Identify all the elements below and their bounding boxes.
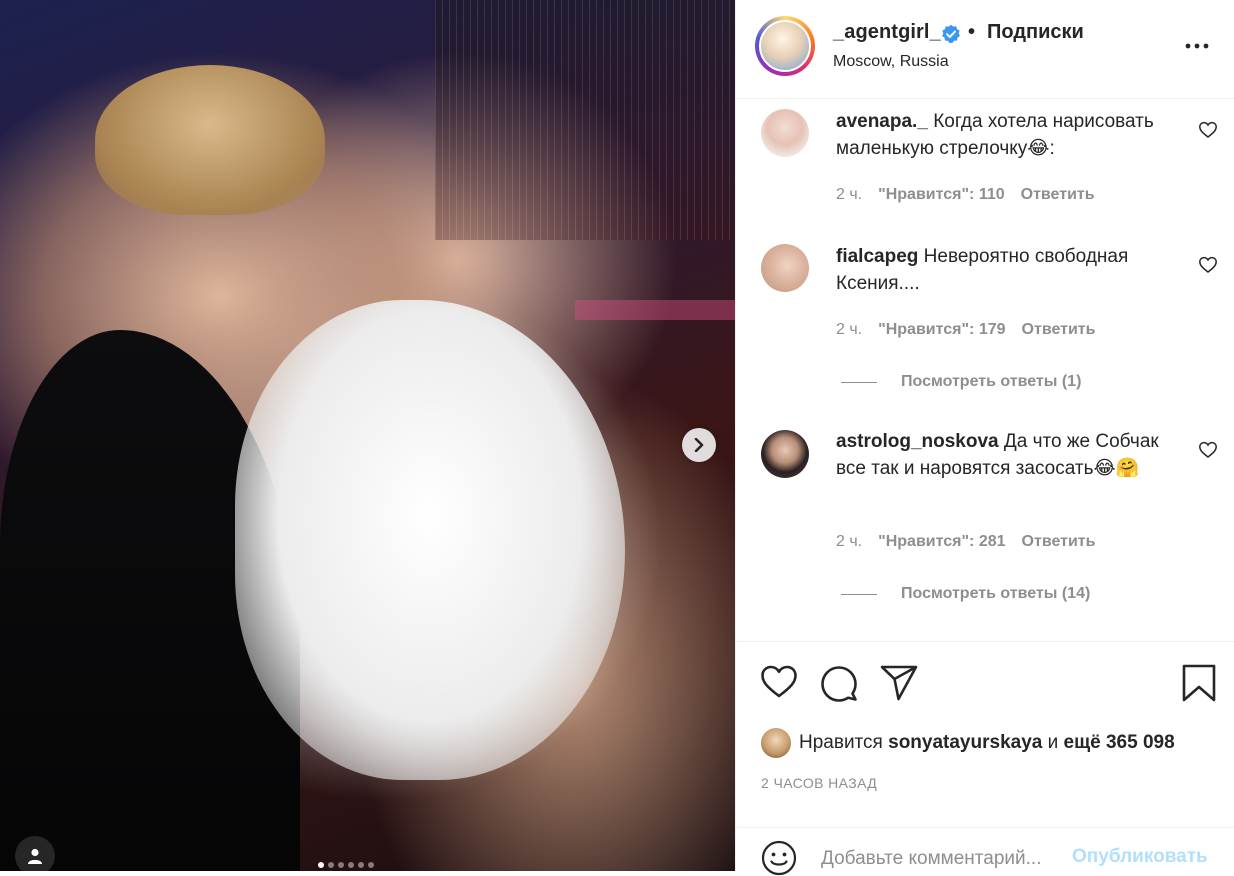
carousel-dot [318,862,324,868]
comment-body: astrolog_noskova Да что же Собчак все та… [836,428,1181,482]
comment-time[interactable]: 2 ч. [836,321,862,339]
more-options-icon[interactable] [1182,34,1212,58]
avatar[interactable] [759,20,811,72]
comment-input[interactable] [821,844,1061,874]
carousel-dot [348,862,354,868]
carousel-next-button[interactable] [682,428,716,462]
photo-subject-left-hair [95,65,325,215]
replies-divider-line [841,593,877,595]
avatar[interactable] [761,728,791,758]
chevron-right-icon [694,438,704,452]
carousel-dot [368,862,374,868]
reply-button[interactable]: Ответить [1022,321,1096,339]
share-icon[interactable] [879,663,919,703]
avatar[interactable] [761,244,809,292]
comment-username[interactable]: astrolog_noskova [836,431,999,452]
comment-likes[interactable]: "Нравится": 179 [878,321,1005,339]
verified-badge-icon [942,24,960,43]
heart-icon[interactable] [759,662,799,702]
view-replies-label: Посмотреть ответы (1) [901,373,1082,390]
view-replies-label: Посмотреть ответы (14) [901,585,1091,602]
post-photo[interactable] [0,0,735,871]
heart-icon[interactable] [1198,255,1218,275]
story-ring[interactable] [755,16,815,76]
heart-icon[interactable] [1198,120,1218,140]
post-timestamp[interactable]: 2 ЧАСОВ НАЗАД [761,775,877,791]
user-tag-icon [28,848,42,864]
avatar[interactable] [761,430,809,478]
view-replies-button[interactable]: Посмотреть ответы (1) [841,373,1081,391]
view-replies-button[interactable]: Посмотреть ответы (14) [841,585,1090,603]
post-actions: Нравится sonyatayurskaya и ещё 365 098 2… [736,641,1234,876]
photo-subject-right-feathers [235,300,625,780]
author-username[interactable]: _agentgirl_ [833,21,941,44]
replies-divider-line [841,381,877,383]
comment-body: fialcapeg Невероятно свободная Ксения...… [836,243,1181,297]
comment-likes[interactable]: "Нравится": 281 [878,533,1005,551]
following-button[interactable]: Подписки [987,21,1084,44]
add-comment-bar: Опубликовать [736,827,1234,876]
reply-button[interactable]: Ответить [1021,186,1095,204]
reply-button[interactable]: Ответить [1022,533,1096,551]
post-side-panel: _agentgirl_ • Подписки Moscow, Russia av… [735,0,1234,876]
photo-background-lights [435,0,735,240]
photo-stage-light [575,300,735,320]
likes-connector: и [1047,732,1059,753]
avatar[interactable] [761,109,809,157]
comment-username[interactable]: avenapa._ [836,111,928,132]
likes-prefix: Нравится [799,732,883,753]
comment-likes[interactable]: "Нравится": 110 [878,186,1005,204]
tagged-users-button[interactable] [15,836,55,871]
comment-meta: 2 ч. "Нравится": 281 Ответить [836,533,1111,551]
comment-meta: 2 ч. "Нравится": 179 Ответить [836,321,1111,339]
comment-icon[interactable] [819,663,859,703]
comment-time[interactable]: 2 ч. [836,533,862,551]
comment-username[interactable]: fialcapeg [836,246,918,267]
carousel-dot [358,862,364,868]
bookmark-icon[interactable] [1179,663,1219,703]
comments-list: avenapa._ Когда хотела нарисовать малень… [736,99,1234,640]
comment-body: avenapa._ Когда хотела нарисовать малень… [836,108,1181,162]
carousel-dot [338,862,344,868]
carousel-indicator [318,862,374,868]
post-location[interactable]: Moscow, Russia [833,53,949,71]
likes-user[interactable]: sonyatayurskaya [888,732,1042,754]
likes-count[interactable]: ещё 365 098 [1064,732,1175,754]
likes-summary[interactable]: Нравится sonyatayurskaya и ещё 365 098 [761,728,1175,758]
post-header: _agentgirl_ • Подписки Moscow, Russia [736,0,1234,99]
header-separator: • [968,21,976,43]
comment-meta: 2 ч. "Нравится": 110 Ответить [836,186,1111,204]
publish-button[interactable]: Опубликовать [1072,846,1208,868]
comment-time[interactable]: 2 ч. [836,186,862,204]
heart-icon[interactable] [1198,440,1218,460]
carousel-dot [328,862,334,868]
